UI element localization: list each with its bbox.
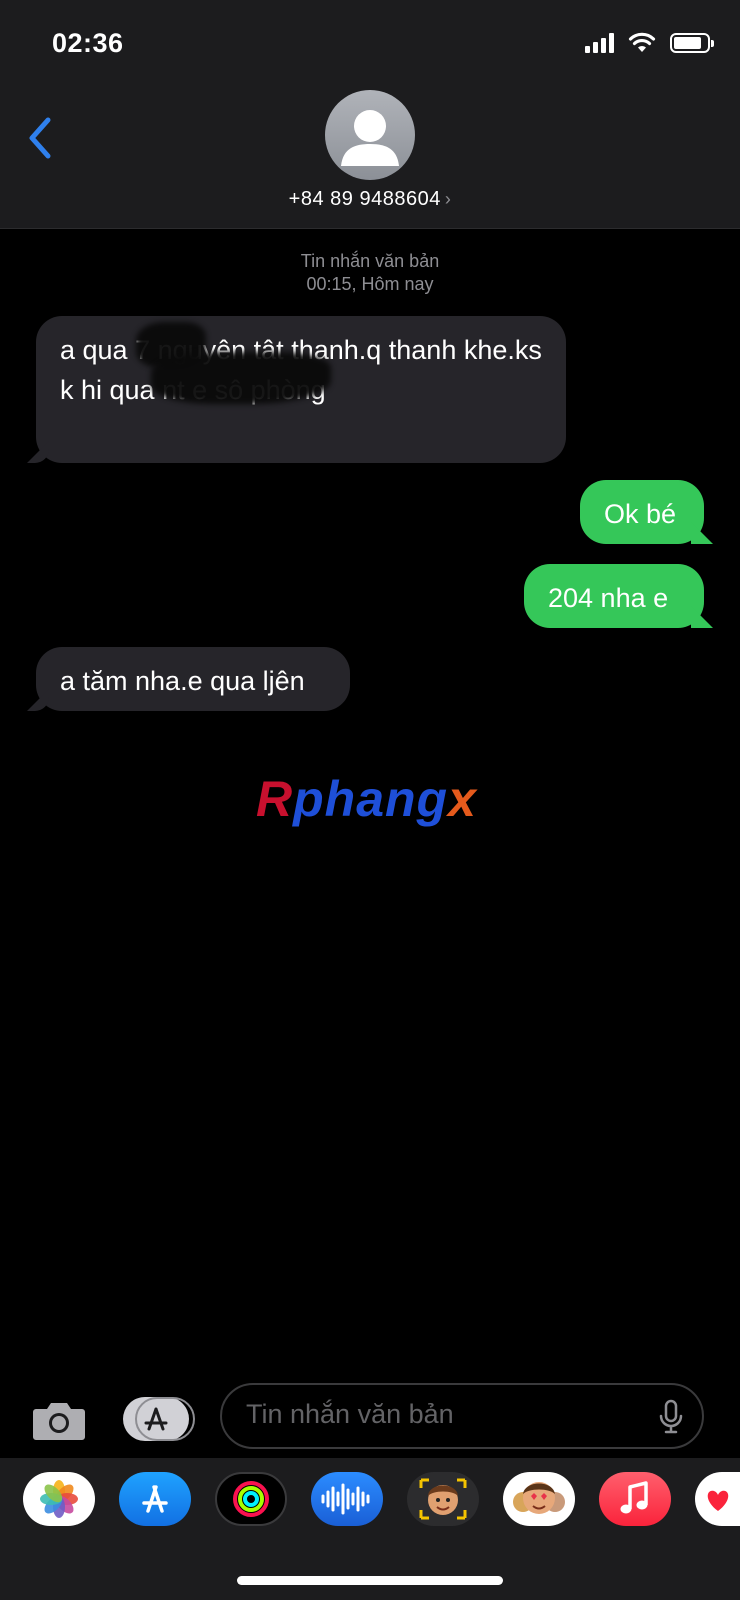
activity-app-icon[interactable] [215, 1472, 287, 1526]
chevron-left-icon [29, 117, 51, 159]
music-app-icon[interactable] [599, 1472, 671, 1526]
service-label: Tin nhắn văn bản [300, 251, 440, 271]
back-button[interactable] [22, 110, 62, 166]
app-store-button[interactable] [123, 1397, 195, 1441]
contact-avatar[interactable] [325, 90, 415, 180]
microphone-icon[interactable] [658, 1399, 684, 1435]
message-bubble-sent[interactable]: 204 nha e [524, 564, 713, 628]
chevron-right-icon: › [444, 189, 452, 209]
camera-button[interactable] [32, 1399, 86, 1441]
message-bubble-received[interactable]: a tăm nha.e qua ljên [27, 647, 350, 711]
thread-timestamp: 00:15, Hôm nay [306, 274, 434, 294]
message-text: 204 nha e [548, 583, 669, 613]
wifi-icon [628, 32, 656, 52]
message-input[interactable]: Tin nhắn văn bản [220, 1383, 704, 1449]
home-indicator [237, 1576, 503, 1585]
message-bubble-received[interactable]: a qua 7 nguyên tât thanh.q thanh khe.ks … [27, 316, 566, 463]
redaction-mark [151, 352, 331, 404]
app-store-icon [144, 1407, 168, 1431]
more-app-icon[interactable] [695, 1472, 740, 1526]
cellular-signal-icon [585, 33, 614, 53]
memoji-app-icon[interactable] [407, 1472, 479, 1526]
thread-meta: Tin nhắn văn bản 00:15, Hôm nay [0, 250, 740, 296]
status-bar: 02:36 [0, 0, 740, 90]
message-text: a tăm nha.e qua ljên [60, 666, 305, 696]
photos-app-icon[interactable] [23, 1472, 95, 1526]
contact-name[interactable]: +84 89 9488604 › [0, 188, 740, 211]
camera-icon [33, 1403, 85, 1440]
person-icon [341, 110, 399, 166]
conversation-header: +84 89 9488604 › [0, 90, 740, 229]
status-time: 02:36 [52, 28, 124, 58]
app-store-app-icon[interactable] [119, 1472, 191, 1526]
composer-bar: Tin nhắn văn bản [0, 1383, 740, 1453]
message-bubble-sent[interactable]: Ok bé [580, 480, 713, 544]
memoji-stickers-app-icon[interactable] [503, 1472, 575, 1526]
status-icons [585, 32, 714, 54]
message-text: Ok bé [604, 499, 677, 529]
contact-number: +84 89 9488604 [288, 188, 441, 210]
battery-icon [670, 33, 714, 53]
message-input-placeholder: Tin nhắn văn bản [246, 1399, 454, 1429]
audio-message-app-icon[interactable] [311, 1472, 383, 1526]
watermark-logo: Rphangx [256, 771, 477, 827]
